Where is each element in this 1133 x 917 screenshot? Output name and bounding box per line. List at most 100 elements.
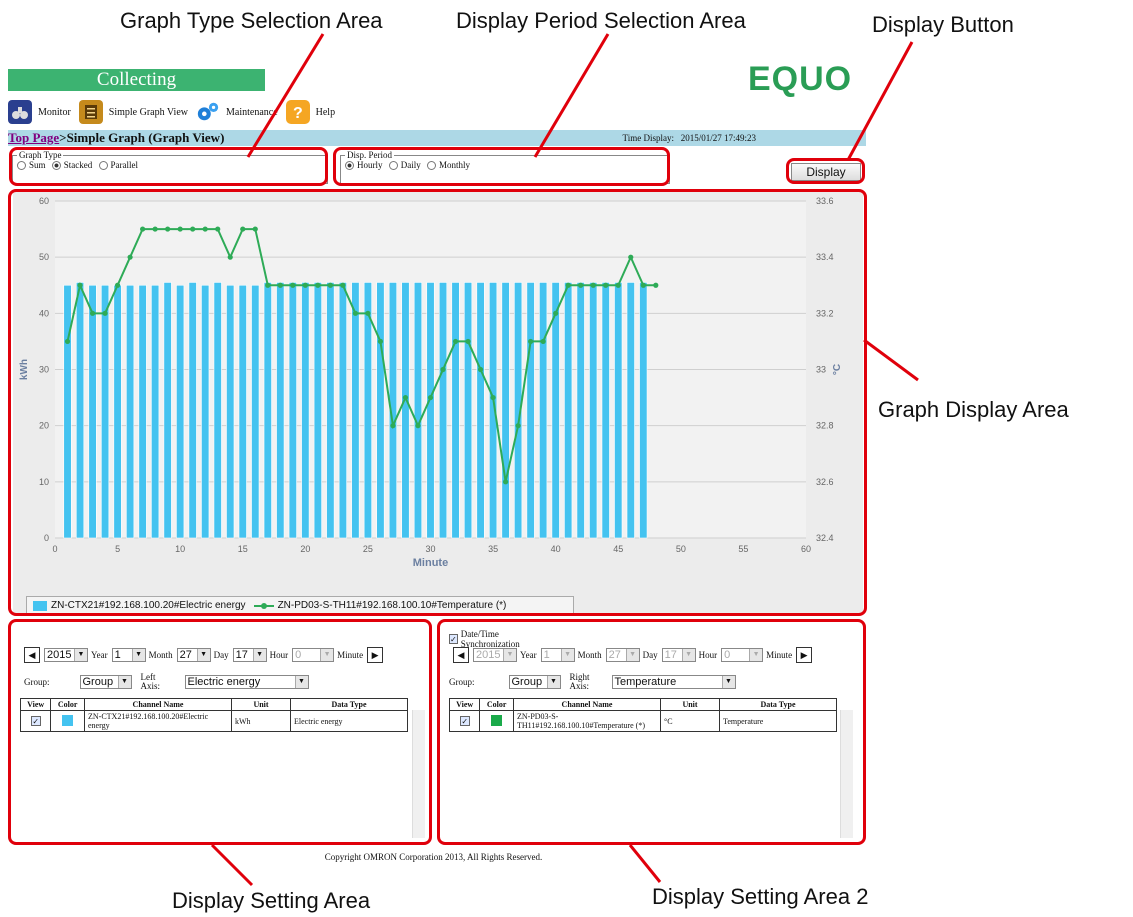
left-axis-select[interactable]: Electric energy ▼ (184, 675, 309, 689)
left-day-value: 27 (179, 649, 192, 661)
chevron-down-icon: ▼ (117, 676, 131, 688)
help-icon: ? (285, 100, 310, 124)
column-header: Channel Name (84, 698, 232, 711)
period-hourly-radio[interactable]: Hourly (345, 160, 383, 170)
time-display-label: Time Display: (622, 133, 674, 143)
right-month-select[interactable]: 1 ▼ (540, 648, 575, 662)
menu-maintenance[interactable]: Maintenance (196, 100, 278, 124)
right-axis-select[interactable]: Temperature ▼ (611, 675, 736, 689)
left-hour-label: Hour (269, 650, 289, 660)
breadcrumb-top-page-link[interactable]: Top Page (8, 130, 59, 145)
left-group-label: Group: (24, 677, 50, 687)
right-group-select[interactable]: Group ▼ (508, 675, 561, 689)
unit-cell: kWh (231, 710, 291, 732)
right-channel-table: View Color Channel Name Unit Data Type ✓… (448, 698, 837, 732)
left-year-select[interactable]: 2015 ▼ (44, 648, 88, 662)
menu-monitor[interactable]: Monitor (8, 100, 71, 124)
view-cell: ✓ (19, 710, 52, 732)
graph-icon (78, 100, 103, 124)
sync-checkbox[interactable]: ✓ (449, 634, 458, 644)
data-type-cell: Temperature (719, 710, 837, 732)
menu-simple-graph-view-label: Simple Graph View (108, 106, 188, 118)
copyright: Copyright OMRON Corporation 2013, All Ri… (324, 852, 543, 862)
chevron-down-icon: ▼ (560, 649, 574, 661)
main-menu: Monitor Simple Graph View Maintenance ? … (8, 99, 343, 125)
right-day-select[interactable]: 27 ▼ (605, 648, 640, 662)
right-group-label: Group: (449, 677, 475, 687)
logo-text: EQUO (748, 60, 853, 98)
right-minute-value: 0 (724, 649, 731, 661)
left-year-label: Year (91, 650, 108, 660)
left-group-row: Group: Group ▼ Left Axis: Electric energy… (24, 673, 312, 691)
left-axis-value: Electric energy (187, 676, 261, 688)
chart-legend: ZN-CTX21#192.168.100.20#Electric energy … (26, 596, 574, 615)
left-hour-select[interactable]: 17 ▼ (232, 648, 267, 662)
left-hour-value: 17 (235, 649, 248, 661)
view-checkbox[interactable]: ✓ (459, 716, 470, 726)
right-table-scrollbar[interactable] (840, 710, 853, 838)
callout-display-setting-area: Display Setting Area (172, 888, 371, 913)
left-next-button[interactable]: ▶ (367, 647, 384, 663)
period-monthly-radio[interactable]: Monthly (427, 160, 470, 170)
legend-bar-swatch (33, 600, 47, 611)
left-month-select[interactable]: 1 ▼ (111, 648, 146, 662)
view-checkbox[interactable]: ✓ (30, 716, 41, 726)
left-minute-label: Minute (337, 650, 364, 660)
menu-help-label: Help (315, 106, 336, 118)
color-swatch[interactable] (491, 714, 503, 726)
display-period-group: Disp. Period Hourly Daily Monthly (340, 150, 670, 184)
radio-dot (388, 160, 398, 170)
legend-entry-line[interactable]: ZN-PD03-S-TH11#192.168.100.10#Temperatur… (253, 600, 506, 611)
breadcrumb-current: >Simple Graph (Graph View) (59, 130, 225, 145)
left-minute-select[interactable]: 0 ▼ (292, 648, 335, 662)
callout-graph-display-area: Graph Display Area (878, 397, 1069, 422)
radio-dot-selected (51, 160, 61, 170)
column-header: Color (479, 698, 514, 711)
menu-monitor-label: Monitor (38, 106, 71, 118)
right-prev-button[interactable]: ◀ (453, 647, 469, 663)
leader-line (210, 843, 254, 887)
right-year-select[interactable]: 2015 ▼ (473, 648, 517, 662)
graph-type-sum-radio[interactable]: Sum (17, 160, 46, 170)
menu-simple-graph-view[interactable]: Simple Graph View (78, 100, 188, 124)
left-month-label: Month (148, 650, 173, 660)
chevron-down-icon: ▼ (721, 676, 735, 688)
sync-label: Date/Time Synchronization (460, 629, 520, 649)
binoculars-icon (8, 100, 32, 124)
legend-entry-bar[interactable]: ZN-CTX21#192.168.100.20#Electric energy (33, 600, 246, 611)
right-next-button[interactable]: ▶ (796, 647, 813, 663)
right-year-value: 2015 (476, 649, 501, 661)
equo-logo: EQUO (748, 60, 852, 99)
radio-dot-selected (345, 160, 354, 170)
left-table-scrollbar[interactable] (412, 710, 425, 838)
column-header: Color (50, 698, 85, 711)
table-header-row: View Color Channel Name Unit Data Type (19, 698, 408, 711)
time-display: Time Display: 2015/01/27 17:49:23 (623, 130, 756, 146)
right-hour-select[interactable]: 17 ▼ (661, 648, 696, 662)
radio-dot (427, 160, 436, 170)
left-group-select[interactable]: Group ▼ (79, 675, 132, 689)
callout-display-period-area: Display Period Selection Area (456, 8, 746, 33)
color-swatch[interactable] (62, 714, 74, 726)
radio-dot (17, 160, 26, 170)
column-header: Channel Name (513, 698, 661, 711)
leader-line (628, 844, 662, 883)
graph-type-stacked-radio[interactable]: Stacked (51, 160, 92, 170)
leader-line (863, 338, 919, 382)
period-hourly-label: Hourly (357, 160, 383, 170)
chevron-down-icon: ▼ (294, 676, 308, 688)
period-daily-radio[interactable]: Daily (388, 160, 421, 170)
menu-maintenance-label: Maintenance (226, 106, 278, 118)
left-prev-button[interactable]: ◀ (24, 647, 40, 663)
right-minute-select[interactable]: 0 ▼ (721, 648, 764, 662)
left-day-select[interactable]: 27 ▼ (176, 648, 211, 662)
left-axis-label: Left Axis: (140, 672, 161, 691)
channel-name-cell: ZN-PD03-S-TH11#192.168.100.10#Temperatur… (513, 710, 661, 732)
collecting-status-bar: Collecting (8, 69, 265, 91)
graph-type-parallel-radio[interactable]: Parallel (98, 160, 138, 170)
menu-help[interactable]: ? Help (285, 100, 336, 124)
display-button[interactable]: Display (791, 163, 861, 181)
right-hour-value: 17 (664, 649, 677, 661)
color-cell (479, 710, 514, 732)
right-month-value: 1 (543, 649, 550, 661)
